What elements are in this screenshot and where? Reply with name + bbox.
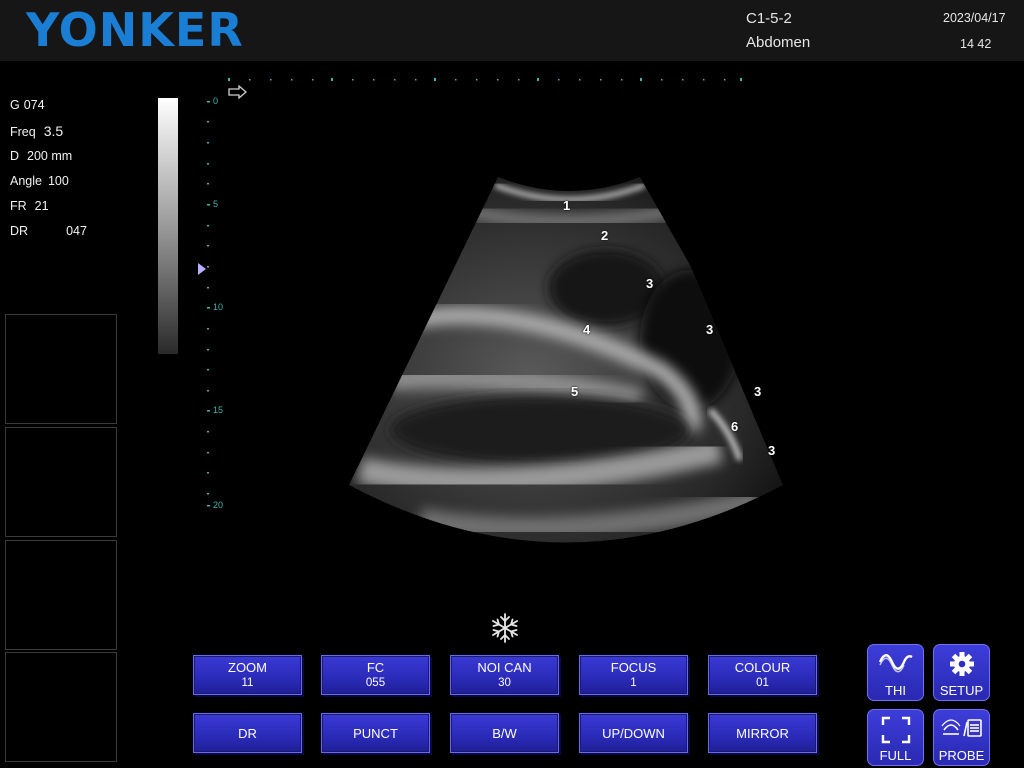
- image-label: 3: [706, 322, 714, 337]
- image-label: 6: [731, 419, 739, 434]
- gear-icon: [949, 652, 974, 676]
- bw-button[interactable]: B/W: [450, 713, 559, 753]
- probe-button[interactable]: PROBE: [933, 709, 990, 766]
- up-down-button[interactable]: UP/DOWN: [579, 713, 688, 753]
- snowflake-icon[interactable]: [488, 611, 522, 645]
- noise-cancel-button[interactable]: NOI CAN 30: [450, 655, 559, 695]
- mirror-button[interactable]: MIRROR: [708, 713, 817, 753]
- colour-button[interactable]: COLOUR 01: [708, 655, 817, 695]
- image-label: 3: [646, 276, 654, 291]
- image-label: 1: [563, 198, 571, 213]
- image-label: 3: [754, 384, 762, 399]
- fullscreen-button[interactable]: FULL: [867, 709, 924, 766]
- probe-icon: [941, 719, 982, 737]
- thi-button[interactable]: THI: [867, 644, 924, 701]
- focus-button[interactable]: FOCUS 1: [579, 655, 688, 695]
- setup-button[interactable]: SETUP: [933, 644, 990, 701]
- image-label: 5: [571, 384, 579, 399]
- puncture-button[interactable]: PUNCT: [321, 713, 430, 753]
- image-label: 4: [583, 322, 591, 337]
- image-label: 2: [601, 228, 609, 243]
- image-label: 3: [768, 443, 776, 458]
- zoom-button[interactable]: ZOOM 11: [193, 655, 302, 695]
- thi-wave-icon: [878, 654, 913, 673]
- dr-button[interactable]: DR: [193, 713, 302, 753]
- fc-button[interactable]: FC 055: [321, 655, 430, 695]
- fullscreen-icon: [881, 716, 910, 744]
